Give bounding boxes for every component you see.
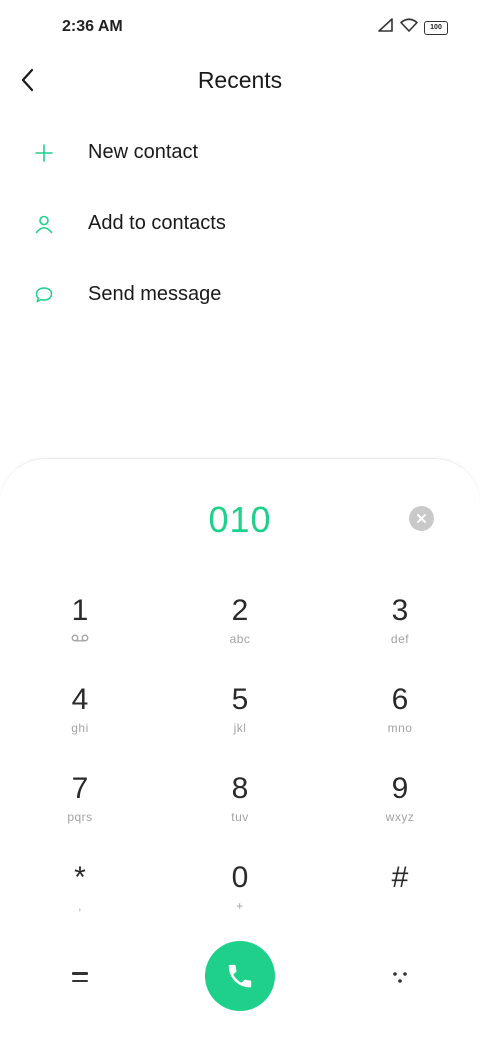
key-letters: ghi xyxy=(71,721,89,735)
key-0[interactable]: 0 + xyxy=(190,858,290,938)
key-letters: abc xyxy=(229,632,251,646)
send-message-action[interactable]: Send message xyxy=(0,259,480,330)
key-letters: def xyxy=(390,632,410,646)
menu-bar-bottom xyxy=(72,979,88,982)
key-letters: tuv xyxy=(231,810,249,824)
status-bar: 2:36 AM 100 xyxy=(0,0,480,56)
key-9[interactable]: 9 wxyz xyxy=(350,769,450,849)
key-letters: , xyxy=(78,899,82,913)
dots-icon xyxy=(393,972,407,983)
new-contact-action[interactable]: New contact xyxy=(0,117,480,188)
battery-indicator: 100 xyxy=(424,20,448,35)
key-digit: * xyxy=(74,861,86,894)
more-options-button[interactable] xyxy=(384,961,416,993)
key-digit: 2 xyxy=(231,594,249,627)
key-digit: 3 xyxy=(391,594,409,627)
key-7[interactable]: 7 pqrs xyxy=(30,769,130,849)
key-2[interactable]: 2 abc xyxy=(190,591,290,671)
header: Recents xyxy=(0,56,480,106)
key-3[interactable]: 3 def xyxy=(350,591,450,671)
add-to-contacts-action[interactable]: Add to contacts xyxy=(0,188,480,259)
status-icons: 100 xyxy=(378,18,448,37)
key-star[interactable]: * , xyxy=(30,858,130,938)
key-letters: jkl xyxy=(233,721,247,735)
status-time: 2:36 AM xyxy=(62,18,123,35)
key-hash[interactable]: # xyxy=(350,858,450,938)
key-digit: 8 xyxy=(231,772,249,805)
action-label: New contact xyxy=(88,141,199,163)
key-6[interactable]: 6 mno xyxy=(350,680,450,760)
menu-bar-top xyxy=(72,972,88,975)
key-digit: 5 xyxy=(231,683,249,716)
dialpad-bottom-row xyxy=(0,941,480,1013)
key-digit: 1 xyxy=(71,594,89,627)
key-digit: 7 xyxy=(71,772,89,805)
dialpad-sheet: 010 1 2 abc 3 def 4 ghi 5 jkl 6 mno 7 pq… xyxy=(0,458,480,1040)
action-list: New contact Add to contacts Send message xyxy=(0,117,480,330)
key-8[interactable]: 8 tuv xyxy=(190,769,290,849)
page-title: Recents xyxy=(197,67,283,93)
wifi-icon xyxy=(400,18,418,37)
key-letters: wxyz xyxy=(385,810,415,824)
key-letters: pqrs xyxy=(67,810,93,824)
key-5[interactable]: 5 jkl xyxy=(190,680,290,760)
key-1[interactable]: 1 xyxy=(30,591,130,671)
key-digit: 9 xyxy=(391,772,409,805)
key-4[interactable]: 4 ghi xyxy=(30,680,130,760)
key-digit: 6 xyxy=(391,683,409,716)
phone-icon xyxy=(228,964,252,988)
clear-button[interactable] xyxy=(409,506,434,531)
close-icon xyxy=(417,514,426,523)
chat-bubble-icon xyxy=(0,285,88,305)
dialed-number: 010 xyxy=(208,499,272,540)
plus-icon xyxy=(0,143,88,163)
person-icon xyxy=(0,214,88,234)
action-label: Send message xyxy=(88,283,222,305)
key-digit: 0 xyxy=(231,861,249,894)
call-button[interactable] xyxy=(205,941,275,1011)
key-digit: 4 xyxy=(71,683,89,716)
voicemail-icon xyxy=(30,631,130,647)
key-letters: mno xyxy=(387,721,413,735)
key-digit: # xyxy=(391,861,409,894)
menu-button[interactable] xyxy=(64,961,96,993)
signal-icon xyxy=(378,18,394,37)
action-label: Add to contacts xyxy=(88,212,226,234)
key-letters: + xyxy=(236,899,244,913)
